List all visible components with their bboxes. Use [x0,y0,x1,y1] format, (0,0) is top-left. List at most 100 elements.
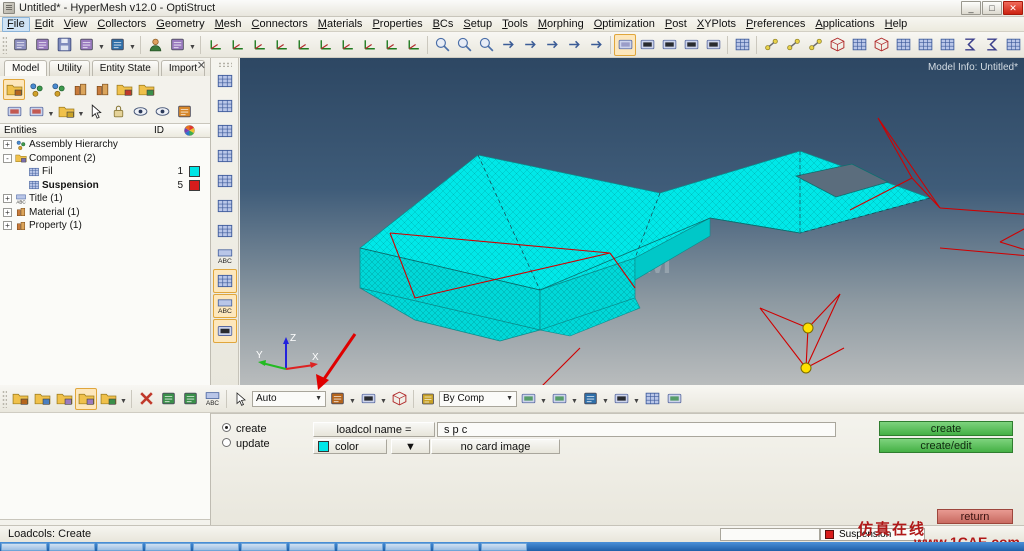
color-mode-dropdown[interactable]: By Comp ▼ [417,388,517,410]
renumber-icon[interactable]: ABC [201,388,223,410]
arrow-left-icon[interactable] [519,34,541,56]
chevron-down-icon[interactable]: ▼ [188,34,197,56]
mesh-circle-icon[interactable] [213,194,237,218]
menu-applications[interactable]: Applications [810,17,879,32]
menu-morphing[interactable]: Morphing [533,17,589,32]
tree-row[interactable]: - Component (2) [0,152,210,166]
display-hidden-line-icon[interactable] [658,34,680,56]
open-model-icon[interactable] [9,34,31,56]
taskbar-task-6[interactable] [241,542,287,551]
by-solid-icon[interactable] [388,388,410,410]
component-icon[interactable] [47,79,69,100]
zoom-in-icon[interactable] [453,34,475,56]
display-shaded-icon[interactable] [614,33,636,56]
mesh-window-icon[interactable] [213,169,237,193]
chevron-down-icon[interactable]: ▼ [119,388,128,410]
expand-icon[interactable]: + [3,194,12,204]
model-tree[interactable]: + Assembly Hierarchy - Component (2) Fil 1 Sus… [0,138,210,519]
color-wheel-icon[interactable] [184,125,210,136]
load-abc-icon[interactable]: ABC [212,294,237,318]
chevron-down-icon[interactable]: ▼ [315,395,325,402]
mesh-red-icon[interactable] [892,34,914,56]
mesh-arrow-icon[interactable] [936,34,958,56]
pan-icon[interactable] [497,34,519,56]
chevron-down-icon[interactable]: ▼ [632,388,641,410]
tree-row-color-swatch[interactable] [189,166,200,178]
mesh-plain-icon[interactable] [213,119,237,143]
isolate-icon[interactable] [151,101,173,122]
menu-view[interactable]: View [59,17,93,32]
mesh-edit-icon[interactable] [213,69,237,93]
folder-display-icon[interactable] [55,101,77,122]
element-abc-icon[interactable] [212,269,237,293]
system-collector-icon[interactable] [135,79,157,100]
mesh-check-icon[interactable] [213,94,237,118]
display-all-icon[interactable] [3,101,25,122]
chevron-down-icon[interactable]: ▼ [97,34,106,56]
show-hide-icon[interactable] [129,101,151,122]
tree-row[interactable]: + ABC Title (1) [0,192,210,206]
minimize-button[interactable]: _ [961,1,981,15]
taskbar-task-5[interactable] [193,542,239,551]
export-solver-deck-icon[interactable] [106,34,128,56]
mesh-blue-icon[interactable] [914,34,936,56]
chevron-down-icon[interactable]: ▼ [506,395,516,402]
menu-materials[interactable]: Materials [313,17,368,32]
taskbar-task-8[interactable] [337,542,383,551]
assembly-hierarchy-icon[interactable] [25,79,47,100]
create-radio[interactable]: create [222,423,267,435]
user-profile-icon[interactable] [144,34,166,56]
return-button[interactable]: return [937,509,1013,524]
graphics-viewport[interactable]: Model Info: Untitled* 1CAE.COM [240,58,1024,385]
chevron-down-icon[interactable]: ▼ [539,388,548,410]
browser-tab-model[interactable]: Model [4,60,48,76]
menu-help[interactable]: Help [880,17,913,32]
panel-close-icon[interactable]: ✕ [197,59,206,72]
cube-outline-icon[interactable] [826,34,848,56]
tree-row[interactable]: Fil 1 [0,165,210,179]
chevron-down-icon[interactable]: ▼ [601,388,610,410]
collapse-icon[interactable]: - [3,153,12,163]
new-folder-icon[interactable] [3,78,25,100]
menu-properties[interactable]: Properties [367,17,427,32]
tree-row[interactable]: + Material (1) [0,206,210,220]
system-collector-icon[interactable] [97,388,119,410]
expand-icon[interactable]: + [3,140,12,150]
taskbar-task-1[interactable] [1,542,47,551]
loadcollector-icon[interactable] [75,387,97,410]
cube-mesh-icon[interactable] [848,34,870,56]
view-xz-icon[interactable] [314,34,336,56]
view-yz-icon[interactable] [358,34,380,56]
zoom-out-icon[interactable] [431,34,453,56]
cube-solid-icon[interactable] [870,34,892,56]
chevron-down-icon[interactable]: ▼ [570,388,579,410]
browser-tab-entity-state[interactable]: Entity State [91,60,159,76]
delete-icon[interactable] [135,388,157,410]
browser-tab-utility[interactable]: Utility [49,60,90,76]
menu-optimization[interactable]: Optimization [589,17,660,32]
chevron-down-icon[interactable]: ▼ [379,388,388,410]
card-image-button[interactable]: no card image [431,439,560,454]
property-collector-icon[interactable] [53,388,75,410]
bolt-icon[interactable] [804,34,826,56]
view-xy-icon[interactable] [248,34,270,56]
rotate-free-icon[interactable] [585,34,607,56]
taskbar-task-2[interactable] [49,542,95,551]
feature-edge-icon[interactable] [579,388,601,410]
toolbar-grip[interactable] [2,389,7,408]
by-surface-icon[interactable] [357,388,379,410]
status-entry-field[interactable] [720,527,820,541]
color-scheme-icon[interactable] [166,34,188,56]
summation-alert-icon[interactable] [980,34,1002,56]
import-solver-deck-icon[interactable] [75,34,97,56]
toolbar-grip[interactable] [2,35,7,54]
component-display-icon[interactable] [25,101,47,122]
chevron-down-icon[interactable]: ▼ [47,104,55,118]
menu-mesh[interactable]: Mesh [210,17,247,32]
lock-icon[interactable] [107,101,129,122]
node-number-icon[interactable]: ABC [213,244,237,268]
view-iso-icon[interactable] [380,34,402,56]
wireframe-mode-icon[interactable] [517,388,539,410]
tree-row[interactable]: + Property (1) [0,219,210,233]
component-collector-icon[interactable] [9,388,31,410]
